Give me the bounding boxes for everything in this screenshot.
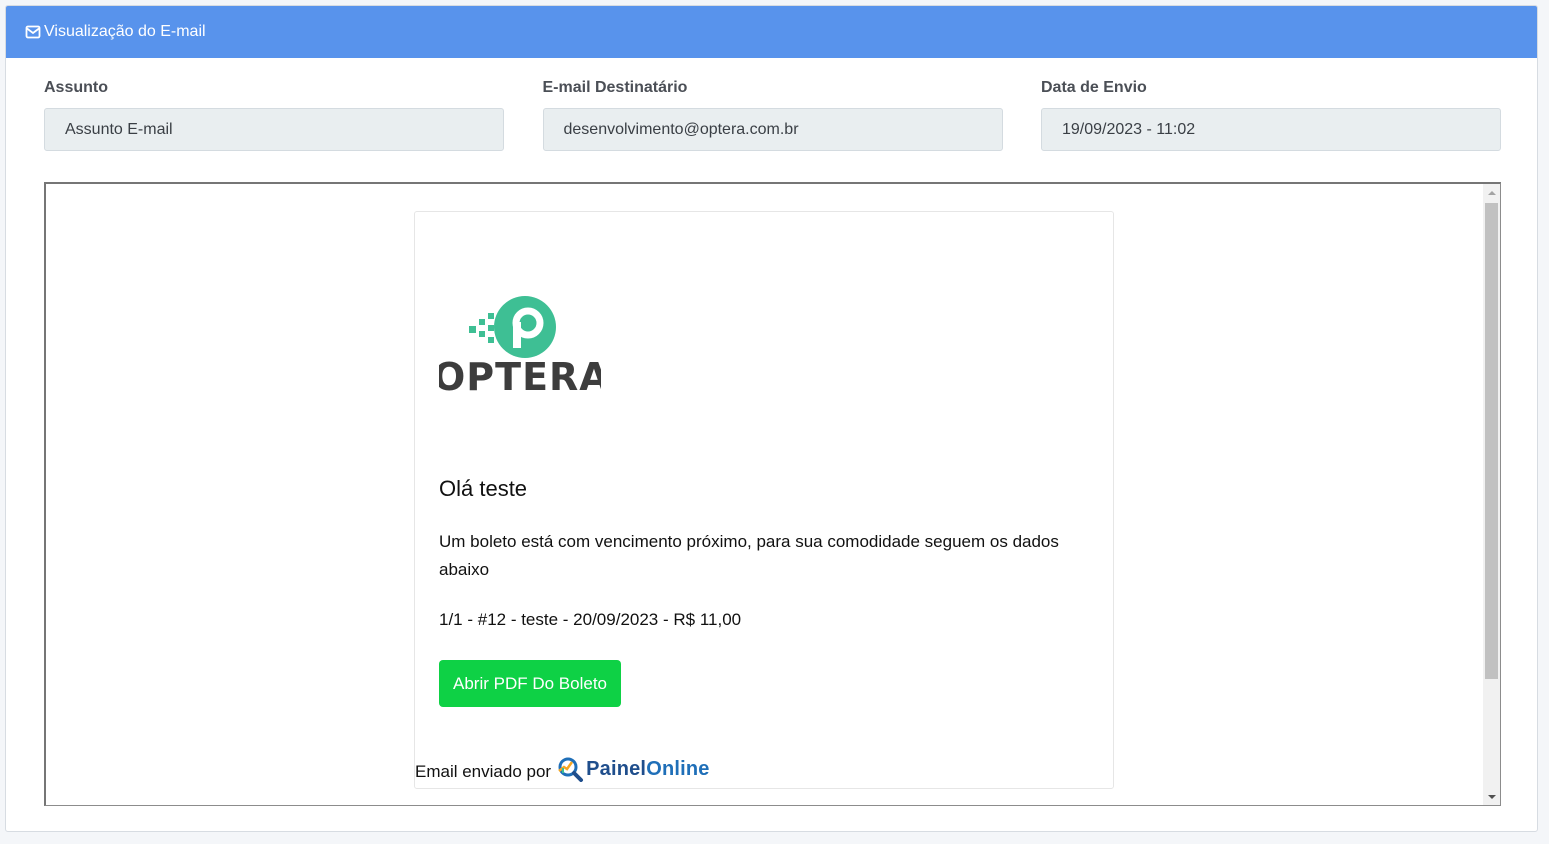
sent-date-value[interactable]: 19/09/2023 - 11:02 — [1041, 108, 1501, 151]
footer-text: Email enviado por — [415, 762, 552, 781]
recipient-value[interactable]: desenvolvimento@optera.com.br — [542, 108, 1003, 151]
brand-online: Online — [646, 757, 710, 780]
chart-magnifier-icon — [556, 756, 584, 782]
email-fields: Assunto Assunto E-mail E-mail Destinatár… — [44, 78, 1501, 151]
email-preview-frame[interactable]: OPTERA Olá teste Um boleto está com venc… — [44, 182, 1501, 806]
card-title: Visualização do E-mail — [44, 23, 206, 40]
email-message: Um boleto está com vencimento próximo, p… — [439, 532, 1059, 579]
painel-online-logo: PainelOnline — [556, 756, 710, 782]
recipient-label: E-mail Destinatário — [542, 79, 688, 96]
email-footer: Email enviado por PainelOnline — [415, 756, 710, 782]
optera-wordmark: OPTERA — [439, 355, 601, 395]
open-pdf-button[interactable]: Abrir PDF Do Boleto — [439, 660, 621, 707]
boleto-details: 1/1 - #12 - teste - 20/09/2023 - R$ 11,0… — [439, 610, 742, 629]
email-preview-card: Visualização do E-mail Assunto Assunto E… — [5, 5, 1538, 832]
brand-painel: Painel — [586, 757, 647, 780]
subject-label: Assunto — [44, 79, 108, 96]
sent-date-field: Data de Envio 19/09/2023 - 11:02 — [1041, 78, 1501, 151]
subject-field: Assunto Assunto E-mail — [44, 78, 504, 151]
preview-scrollbar[interactable] — [1483, 184, 1500, 805]
card-header: Visualização do E-mail — [6, 6, 1537, 58]
recipient-field: E-mail Destinatário desenvolvimento@opte… — [542, 78, 1003, 151]
scroll-thumb[interactable] — [1485, 203, 1498, 679]
scroll-down-arrow-icon[interactable] — [1483, 788, 1500, 805]
email-greeting: Olá teste — [439, 476, 528, 501]
email-body: OPTERA Olá teste Um boleto está com venc… — [414, 211, 1114, 789]
sent-date-label: Data de Envio — [1041, 79, 1147, 96]
scroll-up-arrow-icon[interactable] — [1483, 184, 1500, 201]
subject-value[interactable]: Assunto E-mail — [44, 108, 504, 151]
optera-logo: OPTERA — [433, 287, 609, 399]
envelope-icon — [25, 24, 41, 40]
